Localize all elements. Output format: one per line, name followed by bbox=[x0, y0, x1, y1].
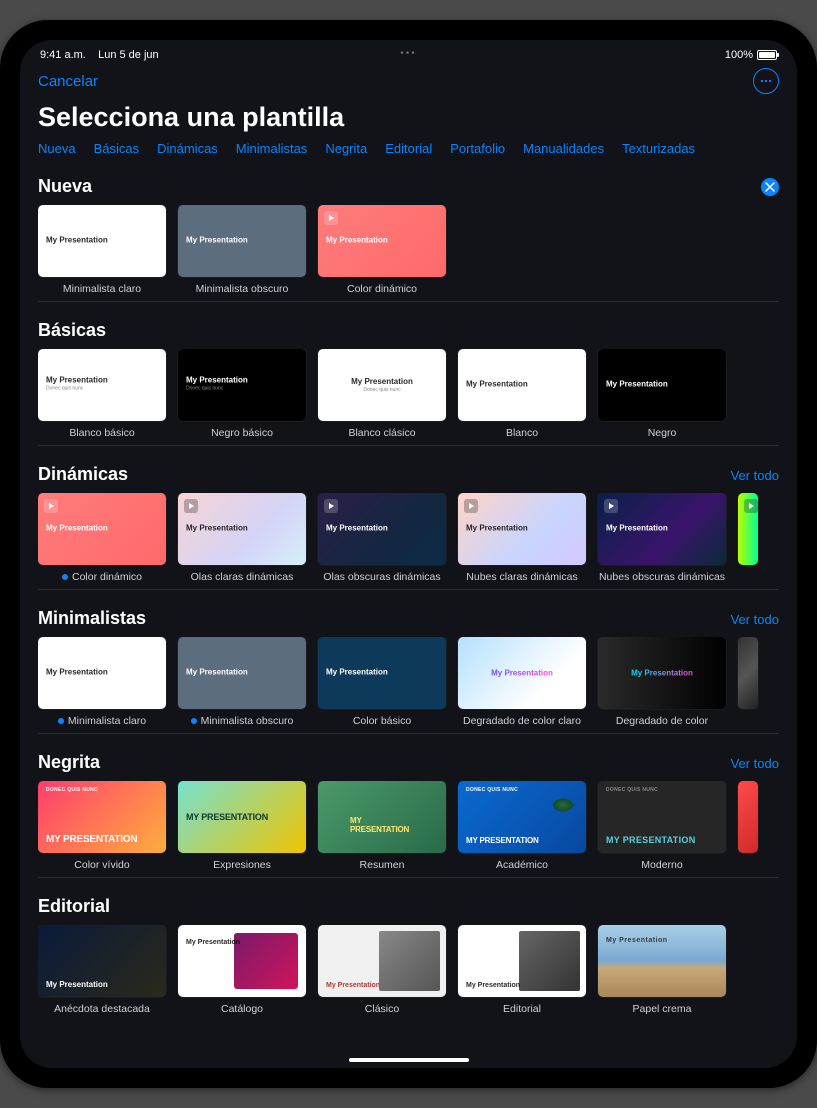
see-all-negrita[interactable]: Ver todo bbox=[731, 756, 779, 771]
template-tile[interactable]: My Presentation Color dinámico bbox=[38, 493, 166, 583]
page-title: Selecciona una plantilla bbox=[20, 102, 797, 141]
template-tile[interactable]: My Presentation Editorial bbox=[458, 925, 586, 1015]
recent-dot-icon bbox=[62, 574, 68, 580]
recent-dot-icon bbox=[58, 718, 64, 724]
row-dinamicas[interactable]: My Presentation Color dinámico My Presen… bbox=[38, 493, 797, 583]
template-tile[interactable]: My Presentation Minimalista obscuro bbox=[178, 637, 306, 727]
template-tile-peek[interactable] bbox=[738, 493, 758, 583]
template-tile[interactable]: Donec quis nuncMy Presentation Color vív… bbox=[38, 781, 166, 871]
play-icon bbox=[324, 211, 338, 225]
template-tile[interactable]: My PresentationDonec quis nunc Blanco cl… bbox=[318, 349, 446, 439]
section-title-negrita: Negrita bbox=[38, 752, 100, 773]
template-tile[interactable]: Donec quis nuncMy Presentation Moderno bbox=[598, 781, 726, 871]
screen: 9:41 a.m. Lun 5 de jun ••• 100% Cancelar… bbox=[20, 40, 797, 1068]
status-date: Lun 5 de jun bbox=[98, 49, 159, 61]
see-all-dinamicas[interactable]: Ver todo bbox=[731, 468, 779, 483]
recent-dot-icon bbox=[191, 718, 197, 724]
template-tile[interactable]: My Presentation Minimalista claro bbox=[38, 637, 166, 727]
turtle-illustration bbox=[548, 795, 578, 815]
tab-dinamicas[interactable]: Dinámicas bbox=[157, 141, 218, 156]
tab-manualidades[interactable]: Manualidades bbox=[523, 141, 604, 156]
status-time: 9:41 a.m. bbox=[40, 49, 86, 61]
template-tile[interactable]: My Presentation Negro bbox=[598, 349, 726, 439]
dismiss-nueva-button[interactable] bbox=[761, 178, 779, 196]
template-tile[interactable]: My Presentation Nubes claras dinámicas bbox=[458, 493, 586, 583]
section-dinamicas: Dinámicas Ver todo My Presentation Color… bbox=[38, 454, 797, 590]
template-tile[interactable]: My Presentation Olas obscuras dinámicas bbox=[318, 493, 446, 583]
template-tile[interactable]: My Presentation Blanco bbox=[458, 349, 586, 439]
template-tile[interactable]: My Presentation Degradado de color bbox=[598, 637, 726, 727]
row-minimalistas[interactable]: My Presentation Minimalista claro My Pre… bbox=[38, 637, 797, 727]
tab-minimalistas[interactable]: Minimalistas bbox=[236, 141, 308, 156]
template-tile[interactable]: My Presentation Color dinámico bbox=[318, 205, 446, 295]
template-tile[interactable]: My Presentation Degradado de color claro bbox=[458, 637, 586, 727]
status-left: 9:41 a.m. Lun 5 de jun bbox=[40, 49, 159, 61]
tab-portafolio[interactable]: Portafolio bbox=[450, 141, 505, 156]
status-right: 100% bbox=[725, 49, 777, 61]
template-tile[interactable]: My Presentation Clásico bbox=[318, 925, 446, 1015]
template-tile[interactable]: My Presentation Nubes obscuras dinámicas bbox=[598, 493, 726, 583]
section-title-editorial: Editorial bbox=[38, 896, 110, 917]
row-nueva: My Presentation Minimalista claro My Pre… bbox=[38, 205, 797, 295]
battery-icon bbox=[757, 50, 777, 60]
status-bar: 9:41 a.m. Lun 5 de jun ••• 100% bbox=[20, 40, 797, 64]
template-scroll[interactable]: Nueva My Presentation Minimalista claro … bbox=[20, 166, 797, 1054]
section-negrita: Negrita Ver todo Donec quis nuncMy Prese… bbox=[38, 742, 797, 878]
template-tile[interactable]: My Presentation Color básico bbox=[318, 637, 446, 727]
template-tile[interactable]: My PresentationDonec quis nunc Negro bás… bbox=[178, 349, 306, 439]
section-basicas: Básicas My PresentationDonec quis nunc B… bbox=[38, 310, 797, 446]
section-title-minimalistas: Minimalistas bbox=[38, 608, 146, 629]
toolbar: Cancelar bbox=[20, 64, 797, 102]
tab-negrita[interactable]: Negrita bbox=[325, 141, 367, 156]
play-icon bbox=[604, 499, 618, 513]
tab-basicas[interactable]: Básicas bbox=[94, 141, 140, 156]
row-editorial: My Presentation Anécdota destacada My Pr… bbox=[38, 925, 797, 1015]
template-tile[interactable]: My Presentation Papel crema bbox=[598, 925, 726, 1015]
row-negrita[interactable]: Donec quis nuncMy Presentation Color vív… bbox=[38, 781, 797, 871]
category-tabs: Nueva Básicas Dinámicas Minimalistas Neg… bbox=[20, 141, 797, 166]
see-all-minimalistas[interactable]: Ver todo bbox=[731, 612, 779, 627]
template-tile[interactable]: My Presentation Catálogo bbox=[178, 925, 306, 1015]
play-icon bbox=[464, 499, 478, 513]
battery-percent: 100% bbox=[725, 49, 753, 61]
home-indicator[interactable] bbox=[349, 1058, 469, 1062]
play-icon bbox=[44, 499, 58, 513]
template-tile-peek[interactable] bbox=[738, 781, 758, 871]
section-title-basicas: Básicas bbox=[38, 320, 106, 341]
template-tile[interactable]: My PresentationDonec quis nunc Blanco bá… bbox=[38, 349, 166, 439]
play-icon bbox=[184, 499, 198, 513]
multitask-dots[interactable]: ••• bbox=[400, 48, 417, 59]
tab-texturizadas[interactable]: Texturizadas bbox=[622, 141, 695, 156]
tab-editorial[interactable]: Editorial bbox=[385, 141, 432, 156]
template-tile[interactable]: My Presentation Minimalista claro bbox=[38, 205, 166, 295]
template-tile[interactable]: My Presentation Anécdota destacada bbox=[38, 925, 166, 1015]
template-tile[interactable]: My Presentation Resumen bbox=[318, 781, 446, 871]
template-tile[interactable]: My Presentation Minimalista obscuro bbox=[178, 205, 306, 295]
template-tile[interactable]: My Presentation Expresiones bbox=[178, 781, 306, 871]
section-title-nueva: Nueva bbox=[38, 176, 92, 197]
section-title-dinamicas: Dinámicas bbox=[38, 464, 128, 485]
section-editorial: Editorial My Presentation Anécdota desta… bbox=[38, 886, 797, 1015]
tab-nueva[interactable]: Nueva bbox=[38, 141, 76, 156]
play-icon bbox=[744, 499, 758, 513]
more-button[interactable] bbox=[753, 68, 779, 94]
play-icon bbox=[324, 499, 338, 513]
close-icon bbox=[765, 182, 775, 192]
template-tile[interactable]: Donec quis nuncMy Presentation Académico bbox=[458, 781, 586, 871]
template-tile-peek[interactable] bbox=[738, 637, 758, 727]
row-basicas: My PresentationDonec quis nunc Blanco bá… bbox=[38, 349, 797, 439]
ipad-frame: 9:41 a.m. Lun 5 de jun ••• 100% Cancelar… bbox=[0, 20, 817, 1088]
template-tile[interactable]: My Presentation Olas claras dinámicas bbox=[178, 493, 306, 583]
cancel-button[interactable]: Cancelar bbox=[38, 73, 98, 90]
section-nueva: Nueva My Presentation Minimalista claro … bbox=[38, 166, 797, 302]
section-minimalistas: Minimalistas Ver todo My Presentation Mi… bbox=[38, 598, 797, 734]
ellipsis-icon bbox=[759, 74, 773, 88]
